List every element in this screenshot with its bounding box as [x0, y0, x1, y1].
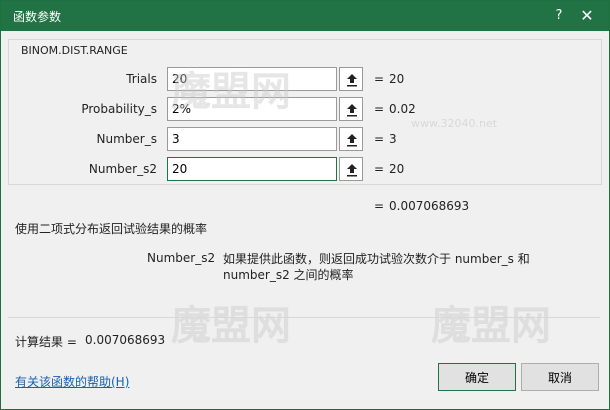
trials-equals: = [374, 72, 385, 86]
number-s2-equals: = [374, 162, 385, 176]
help-button[interactable]: ? [547, 6, 571, 26]
probability-ref-button[interactable] [339, 97, 363, 121]
number-s-input[interactable] [167, 127, 337, 151]
window-title: 函数参数 [13, 10, 62, 24]
collapse-dialog-arrow-icon [347, 164, 357, 177]
collapse-dialog-arrow-icon [347, 74, 357, 87]
watermark-brand-lower: 魔盟网 [171, 303, 291, 349]
current-arg-description: 如果提供此函数，则返回成功试验次数介于 number_s 和 number_s2… [223, 252, 530, 282]
number-s2-input[interactable] [167, 157, 337, 181]
trials-ref-button[interactable] [339, 67, 363, 91]
current-arg-name: Number_s2 [147, 251, 216, 265]
arg-label-number-s2: Number_s2 [88, 162, 157, 176]
probability-input[interactable] [167, 97, 337, 121]
number-s2-ref-button[interactable] [339, 157, 363, 181]
separator [8, 317, 600, 318]
function-help-link[interactable]: 有关该函数的帮助(H) [15, 373, 129, 390]
watermark-brand-right: 魔盟网 [431, 303, 551, 349]
trials-result: 20 [389, 72, 405, 86]
number-s2-result: 20 [389, 162, 405, 176]
arg-label-probability: Probability_s [81, 102, 157, 116]
close-button[interactable]: ✕ [575, 6, 599, 26]
title-bar[interactable]: 函数参数 ? ✕ [1, 1, 609, 31]
ok-button[interactable]: 确定 [438, 363, 516, 391]
probability-equals: = [374, 102, 385, 116]
function-name: BINOM.DIST.RANGE [21, 44, 128, 57]
collapse-dialog-arrow-icon [347, 134, 357, 147]
cancel-button[interactable]: 取消 [521, 363, 599, 391]
formula-result: 0.007068693 [389, 199, 470, 213]
arg-label-number-s: Number_s [96, 132, 157, 146]
number-s-ref-button[interactable] [339, 127, 363, 151]
number-s-equals: = [374, 132, 385, 146]
formula-result-equals: = [374, 199, 385, 213]
calc-result-label: 计算结果 = [15, 335, 77, 349]
probability-result: 0.02 [389, 102, 416, 116]
arg-label-trials: Trials [126, 72, 157, 86]
number-s-result: 3 [389, 132, 397, 146]
calc-result-value: 0.007068693 [85, 333, 166, 347]
trials-input[interactable] [167, 67, 337, 91]
function-description: 使用二项式分布返回试验结果的概率 [15, 222, 208, 236]
function-arguments-dialog: 函数参数 ? ✕ BINOM.DIST.RANGE Trials = 20 Pr… [0, 0, 610, 410]
collapse-dialog-arrow-icon [347, 104, 357, 117]
